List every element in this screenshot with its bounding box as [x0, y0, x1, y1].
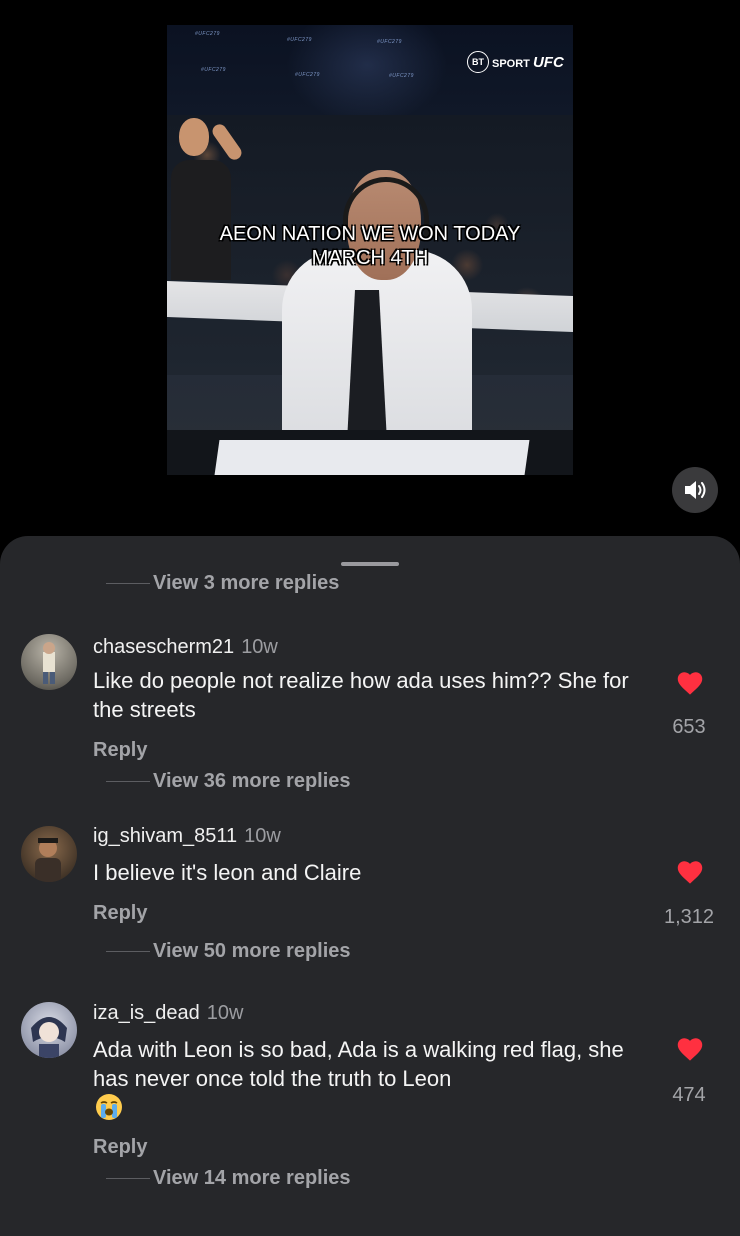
speaker-icon [685, 481, 706, 499]
replies-divider [106, 781, 150, 782]
drag-handle[interactable] [341, 562, 399, 566]
comment-time: 10w [244, 825, 281, 847]
heart-icon[interactable] [676, 670, 704, 696]
arena-banner-text: #UFC279 [295, 72, 320, 78]
avatar-image [31, 1017, 67, 1058]
avatar[interactable] [21, 826, 77, 882]
arena-banner-text: #UFC279 [195, 31, 220, 37]
heart-icon[interactable] [676, 1036, 704, 1062]
username-text: chasescherm21 [93, 636, 235, 658]
comments-sheet[interactable]: View 3 more replies chasescherm21 10w Lik… [0, 536, 740, 1236]
spectator-face [179, 118, 209, 156]
caption-line: AEON NATION WE WON TODAY [219, 223, 521, 245]
video-frame[interactable]: #UFC279 #UFC279 #UFC279 #UFC279 #UFC279 … [167, 25, 573, 475]
comment-username[interactable]: ig_shivam_8511 10w [93, 825, 281, 848]
bt-logo-icon: BT [467, 51, 489, 73]
heart-icon[interactable] [676, 859, 704, 885]
replies-divider [106, 1178, 150, 1179]
comment-text: Ada with Leon is so bad, Ada is a walkin… [93, 1037, 624, 1091]
comment-time: 10w [241, 636, 278, 658]
view-more-replies-button[interactable]: View 3 more replies [153, 572, 339, 595]
replies-divider [106, 583, 150, 584]
avatar[interactable] [21, 634, 77, 690]
arena-banner-text: #UFC279 [201, 67, 226, 73]
like-count: 474 [672, 1084, 706, 1106]
loudly-crying-emoji-icon [96, 1094, 122, 1120]
comment-time: 10w [206, 1002, 244, 1024]
view-more-replies-button[interactable]: View 36 more replies [153, 770, 351, 793]
sound-button[interactable] [672, 467, 718, 513]
username-text: iza_is_dead [93, 1002, 200, 1024]
like-count: 653 [672, 716, 706, 738]
username-text: ig_shivam_8511 [93, 825, 238, 847]
desk-paper [214, 440, 530, 475]
like-count: 1,312 [663, 906, 715, 928]
video-player[interactable]: #UFC279 #UFC279 #UFC279 #UFC279 #UFC279 … [0, 0, 740, 560]
replies-divider [106, 951, 150, 952]
logo-sport-text: SPORT [492, 57, 530, 70]
avatar-image [35, 838, 61, 882]
video-caption: AEON NATION WE WON TODAY MARCH 4TH [167, 222, 573, 270]
view-more-replies-button[interactable]: View 50 more replies [153, 940, 351, 963]
reply-button[interactable]: Reply [93, 1136, 147, 1159]
reply-button[interactable]: Reply [93, 902, 147, 925]
logo-brand-text: UFC [532, 53, 564, 71]
comment-text: I believe it's leon and Claire [93, 860, 362, 885]
comment-username[interactable]: chasescherm21 10w [93, 636, 278, 659]
arena-banner-text: #UFC279 [287, 37, 312, 43]
reply-button[interactable]: Reply [93, 739, 147, 762]
caption-line: MARCH 4TH [311, 247, 429, 269]
arena-banner-text: #UFC279 [389, 73, 414, 79]
avatar-image [43, 642, 55, 684]
comment-username[interactable]: iza_is_dead 10w [93, 1002, 243, 1025]
avatar[interactable] [21, 1002, 77, 1058]
arena-banner-text: #UFC279 [377, 39, 402, 45]
comment-text: Like do people not realize how ada uses … [93, 668, 629, 722]
broadcaster-logo: BT SPORT UFC [467, 51, 564, 73]
view-more-replies-button[interactable]: View 14 more replies [153, 1167, 351, 1190]
